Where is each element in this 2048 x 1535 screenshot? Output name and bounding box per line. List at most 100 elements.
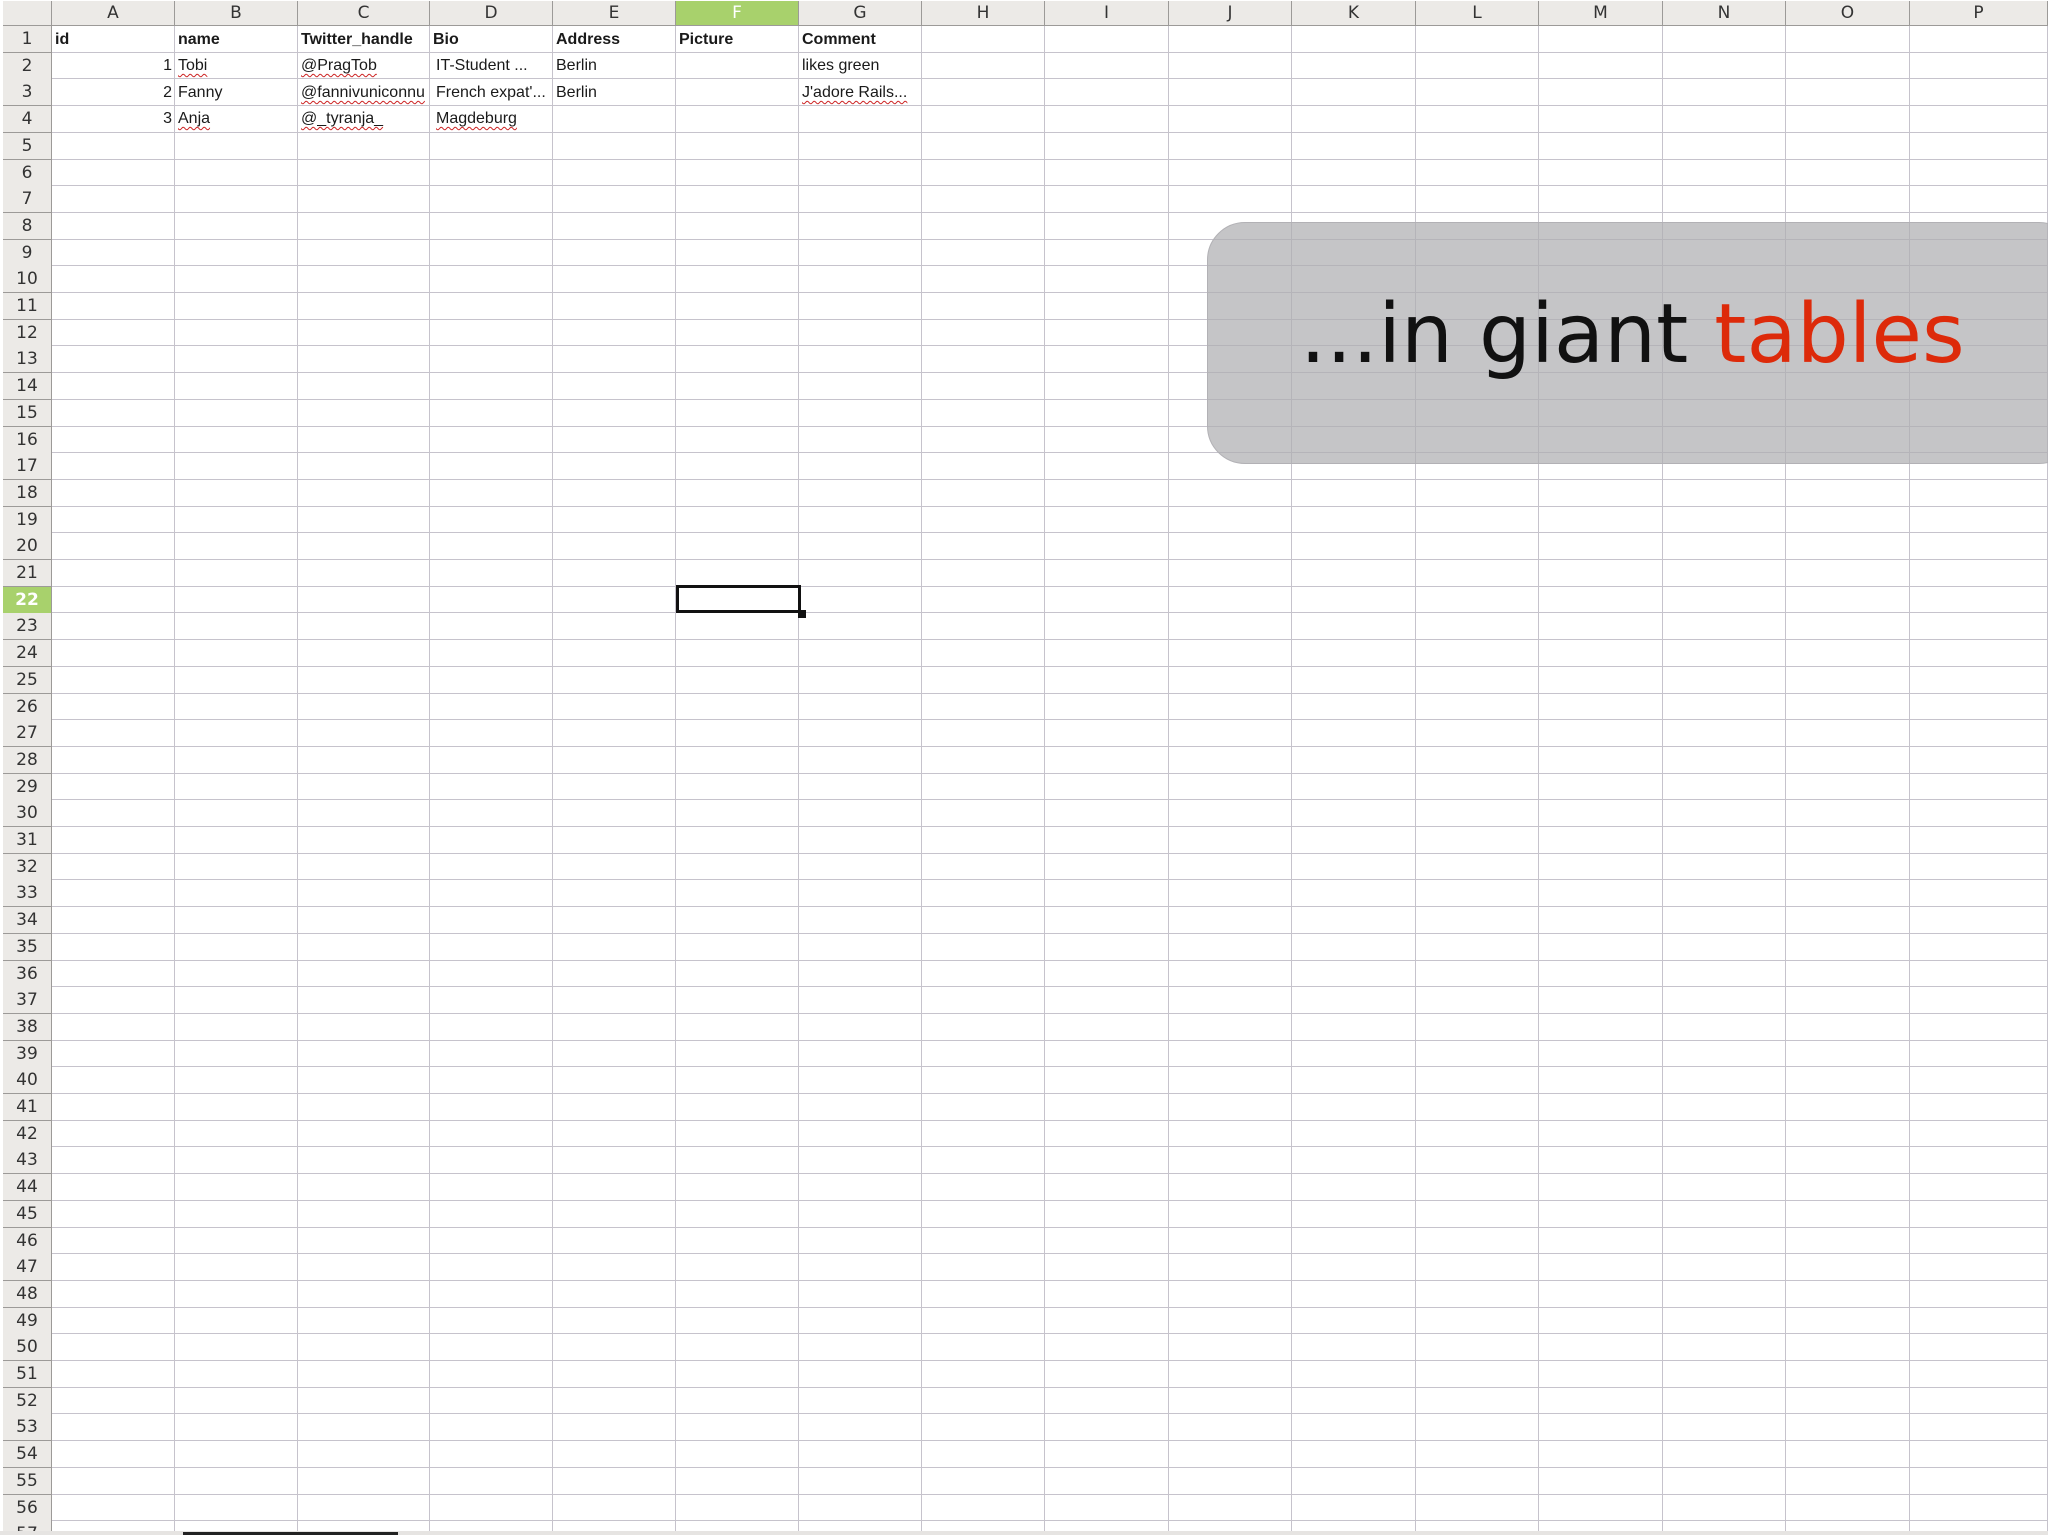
row-header-48[interactable]: 48 — [3, 1281, 52, 1308]
cell-A3[interactable]: 2 — [52, 80, 175, 106]
cell-D2[interactable]: IT-Student ... — [433, 53, 553, 79]
cell-A2[interactable]: 1 — [52, 53, 175, 79]
row-header-47[interactable]: 47 — [3, 1254, 52, 1281]
row-header-22[interactable]: 22 — [3, 587, 52, 614]
row-header-19[interactable]: 19 — [3, 507, 52, 534]
row-header-51[interactable]: 51 — [3, 1361, 52, 1388]
row-header-12[interactable]: 12 — [3, 320, 52, 347]
column-header-i[interactable]: I — [1045, 1, 1169, 26]
column-header-p[interactable]: P — [1910, 1, 2048, 26]
column-header-o[interactable]: O — [1786, 1, 1910, 26]
cell-C4[interactable]: @_tyranja_ — [298, 106, 430, 132]
row-header-23[interactable]: 23 — [3, 613, 52, 640]
row-header-20[interactable]: 20 — [3, 533, 52, 560]
row-header-49[interactable]: 49 — [3, 1308, 52, 1335]
cell-E1[interactable]: Address — [553, 27, 676, 53]
select-all-corner[interactable] — [3, 1, 52, 26]
row-header-7[interactable]: 7 — [3, 186, 52, 213]
column-header-f[interactable]: F — [676, 1, 799, 26]
row-header-17[interactable]: 17 — [3, 453, 52, 480]
row-header-25[interactable]: 25 — [3, 667, 52, 694]
row-header-52[interactable]: 52 — [3, 1388, 52, 1415]
row-header-9[interactable]: 9 — [3, 240, 52, 267]
row-header-16[interactable]: 16 — [3, 427, 52, 454]
column-header-m[interactable]: M — [1539, 1, 1663, 26]
column-header-l[interactable]: L — [1416, 1, 1539, 26]
cell-C2[interactable]: @PragTob — [298, 53, 430, 79]
row-header-40[interactable]: 40 — [3, 1067, 52, 1094]
cell-C1[interactable]: Twitter_handle — [298, 27, 430, 53]
row-header-26[interactable]: 26 — [3, 694, 52, 721]
row-header-6[interactable]: 6 — [3, 160, 52, 187]
row-header-24[interactable]: 24 — [3, 640, 52, 667]
cell-C3[interactable]: @fannivuniconnu — [298, 80, 430, 106]
row-header-44[interactable]: 44 — [3, 1174, 52, 1201]
row-header-56[interactable]: 56 — [3, 1495, 52, 1522]
row-header-14[interactable]: 14 — [3, 373, 52, 400]
row-header-8[interactable]: 8 — [3, 213, 52, 240]
row-header-1[interactable]: 1 — [3, 26, 52, 53]
cell-E2[interactable]: Berlin — [553, 53, 676, 79]
row-header-28[interactable]: 28 — [3, 747, 52, 774]
row-header-29[interactable]: 29 — [3, 774, 52, 801]
row-header-54[interactable]: 54 — [3, 1441, 52, 1468]
row-header-35[interactable]: 35 — [3, 934, 52, 961]
row-header-15[interactable]: 15 — [3, 400, 52, 427]
row-header-42[interactable]: 42 — [3, 1121, 52, 1148]
column-header-d[interactable]: D — [430, 1, 553, 26]
cell-B3[interactable]: Fanny — [175, 80, 298, 106]
cell-G1[interactable]: Comment — [799, 27, 922, 53]
column-header-a[interactable]: A — [52, 1, 175, 26]
row-header-30[interactable]: 30 — [3, 800, 52, 827]
row-header-10[interactable]: 10 — [3, 266, 52, 293]
row-header-34[interactable]: 34 — [3, 907, 52, 934]
spreadsheet[interactable]: ABCDEFGHIJKLMNOP 1 2 3 4 5 6 7 8 9 10 11 12 13 14 15 16… — [0, 0, 2048, 1535]
row-header-5[interactable]: 5 — [3, 133, 52, 160]
row-header-36[interactable]: 36 — [3, 961, 52, 988]
cell-A1[interactable]: id — [52, 27, 175, 53]
cell-D1[interactable]: Bio — [430, 27, 553, 53]
row-header-45[interactable]: 45 — [3, 1201, 52, 1228]
cell-F1[interactable]: Picture — [676, 27, 799, 53]
column-header-k[interactable]: K — [1292, 1, 1416, 26]
row-header-50[interactable]: 50 — [3, 1334, 52, 1361]
cell-E3[interactable]: Berlin — [553, 80, 676, 106]
column-header-g[interactable]: G — [799, 1, 922, 26]
column-header-b[interactable]: B — [175, 1, 298, 26]
row-header-11[interactable]: 11 — [3, 293, 52, 320]
row-header-53[interactable]: 53 — [3, 1414, 52, 1441]
cell-B2[interactable]: Tobi — [175, 53, 298, 79]
row-header-41[interactable]: 41 — [3, 1094, 52, 1121]
fill-handle[interactable] — [798, 610, 806, 618]
row-header-33[interactable]: 33 — [3, 880, 52, 907]
row-header-38[interactable]: 38 — [3, 1014, 52, 1041]
row-header-4[interactable]: 4 — [3, 106, 52, 133]
cell-D3[interactable]: French expat'... — [433, 80, 553, 106]
column-header-j[interactable]: J — [1169, 1, 1292, 26]
column-header-c[interactable]: C — [298, 1, 430, 26]
cell-B1[interactable]: name — [175, 27, 298, 53]
row-header-13[interactable]: 13 — [3, 346, 52, 373]
cell-B4[interactable]: Anja — [175, 106, 298, 132]
row-header-2[interactable]: 2 — [3, 53, 52, 80]
row-header-55[interactable]: 55 — [3, 1468, 52, 1495]
row-header-18[interactable]: 18 — [3, 480, 52, 507]
row-header-3[interactable]: 3 — [3, 79, 52, 106]
cell-A4[interactable]: 3 — [52, 106, 175, 132]
column-header-e[interactable]: E — [553, 1, 676, 26]
row-header-46[interactable]: 46 — [3, 1228, 52, 1255]
cell-D4[interactable]: Magdeburg — [433, 106, 553, 132]
active-cell-cursor[interactable] — [676, 585, 801, 613]
column-header-n[interactable]: N — [1663, 1, 1786, 26]
row-header-27[interactable]: 27 — [3, 720, 52, 747]
cell-G2[interactable]: likes green — [799, 53, 922, 79]
row-header-43[interactable]: 43 — [3, 1147, 52, 1174]
row-header-39[interactable]: 39 — [3, 1041, 52, 1068]
cell-G3[interactable]: J'adore Rails... — [799, 80, 922, 106]
row-header-32[interactable]: 32 — [3, 854, 52, 881]
row-header-37[interactable]: 37 — [3, 987, 52, 1014]
row-header-31[interactable]: 31 — [3, 827, 52, 854]
row-header-21[interactable]: 21 — [3, 560, 52, 587]
grid-row-line — [52, 853, 2048, 854]
column-header-h[interactable]: H — [922, 1, 1045, 26]
